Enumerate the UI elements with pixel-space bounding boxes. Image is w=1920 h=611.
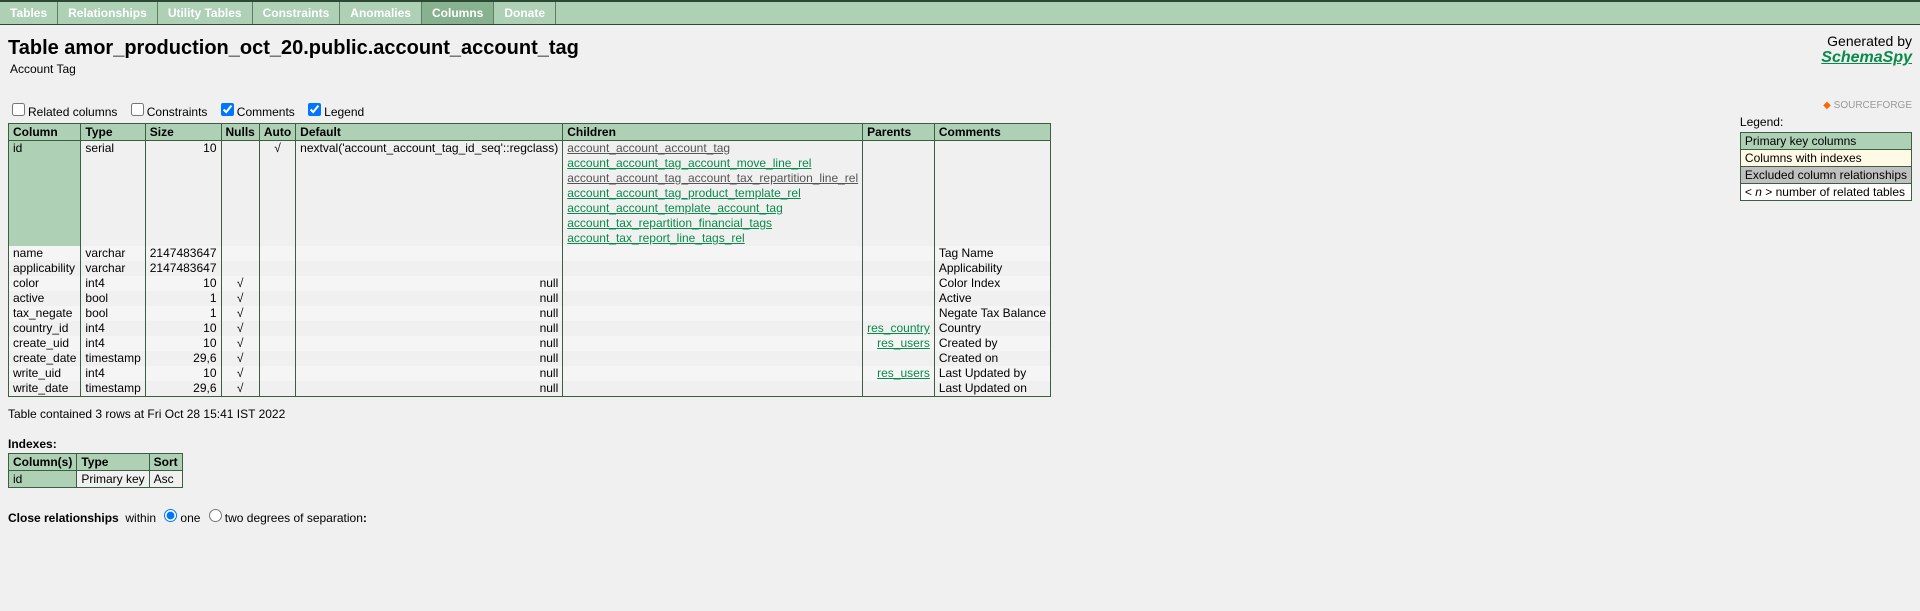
index-header: Sort xyxy=(149,454,182,471)
checkbox-legend[interactable] xyxy=(308,103,321,116)
table-row: applicabilityvarchar2147483647Applicabil… xyxy=(9,261,1051,276)
checkbox-constraints-label: Constraints xyxy=(147,105,208,119)
tab-columns[interactable]: Columns xyxy=(422,2,494,24)
table-row: write_datetimestamp29,6√nullLast Updated… xyxy=(9,381,1051,397)
indexes-title: Indexes: xyxy=(8,437,1912,451)
checkbox-comments-label: Comments xyxy=(237,105,295,119)
column-header: Auto xyxy=(259,124,295,141)
child-link[interactable]: account_account_template_account_tag xyxy=(567,201,858,216)
sourceforge-badge[interactable]: ◆ SOURCEFORGE xyxy=(1740,100,1912,111)
parent-link[interactable]: res_country xyxy=(867,321,930,335)
tab-anomalies[interactable]: Anomalies xyxy=(340,2,422,24)
tab-donate[interactable]: Donate xyxy=(494,2,556,24)
column-header: Size xyxy=(145,124,221,141)
legend-item: Columns with indexes xyxy=(1740,150,1911,167)
child-link[interactable]: account_tax_report_line_tags_rel xyxy=(567,231,858,246)
checkbox-related[interactable] xyxy=(12,103,25,116)
child-link[interactable]: account_account_tag_account_move_line_re… xyxy=(567,156,858,171)
child-link[interactable]: account_account_account_tag xyxy=(567,141,858,156)
table-row: activebool1√nullActive xyxy=(9,291,1051,306)
table-row: country_idint410√nullres_countryCountry xyxy=(9,321,1051,336)
radio-two-degrees[interactable] xyxy=(209,509,222,522)
checkbox-legend-label: Legend xyxy=(324,105,364,119)
table-row: colorint410√nullColor Index xyxy=(9,276,1051,291)
checkbox-constraints[interactable] xyxy=(131,103,144,116)
index-header: Type xyxy=(77,454,149,471)
parent-link[interactable]: res_users xyxy=(877,336,930,350)
tab-relationships[interactable]: Relationships xyxy=(58,2,158,24)
column-header: Comments xyxy=(934,124,1050,141)
tab-tables[interactable]: Tables xyxy=(0,2,58,24)
radio-one-degree[interactable] xyxy=(164,509,177,522)
indexes-table: Column(s)TypeSort idPrimary keyAsc xyxy=(8,453,183,488)
legend-title: Legend: xyxy=(1740,115,1912,129)
table-row: create_datetimestamp29,6√nullCreated on xyxy=(9,351,1051,366)
table-row: idserial10√nextval('account_account_tag_… xyxy=(9,141,1051,247)
columns-table: ColumnTypeSizeNullsAutoDefaultChildrenPa… xyxy=(8,123,1051,397)
page-title: Table amor_production_oct_20.public.acco… xyxy=(8,37,579,60)
checkbox-comments[interactable] xyxy=(221,103,234,116)
tab-constraints[interactable]: Constraints xyxy=(253,2,341,24)
page-subtitle: Account Tag xyxy=(10,62,579,76)
index-row: idPrimary keyAsc xyxy=(9,471,183,488)
close-relationships: Close relationships within one two degre… xyxy=(8,506,1912,525)
child-link[interactable]: account_account_tag_account_tax_repartit… xyxy=(567,171,858,186)
column-header: Column xyxy=(9,124,81,141)
row-count-info: Table contained 3 rows at Fri Oct 28 15:… xyxy=(8,407,1912,421)
child-link[interactable]: account_tax_repartition_financial_tags xyxy=(567,216,858,231)
legend-item: Primary key columns xyxy=(1740,133,1911,150)
table-row: tax_negatebool1√nullNegate Tax Balance xyxy=(9,306,1051,321)
column-header: Children xyxy=(563,124,863,141)
legend-item: Excluded column relationships xyxy=(1740,167,1911,184)
column-header: Nulls xyxy=(221,124,259,141)
tab-utility-tables[interactable]: Utility Tables xyxy=(158,2,253,24)
legend-table: Primary key columnsColumns with indexesE… xyxy=(1740,132,1912,201)
sourceforge-icon: ◆ xyxy=(1823,100,1831,111)
table-row: create_uidint410√nullres_usersCreated by xyxy=(9,336,1051,351)
tab-bar: TablesRelationshipsUtility TablesConstra… xyxy=(0,0,1920,25)
checkbox-related-label: Related columns xyxy=(28,105,117,119)
column-header: Default xyxy=(296,124,563,141)
generated-by: Generated by SchemaSpy xyxy=(1821,33,1912,67)
child-link[interactable]: account_account_tag_product_template_rel xyxy=(567,186,858,201)
column-header: Parents xyxy=(863,124,935,141)
parent-link[interactable]: res_users xyxy=(877,366,930,380)
brand-link[interactable]: SchemaSpy xyxy=(1821,49,1912,66)
legend-item: < n > number of related tables xyxy=(1740,184,1911,201)
table-row: namevarchar2147483647Tag Name xyxy=(9,246,1051,261)
column-header: Type xyxy=(81,124,145,141)
view-options: Related columns Constraints Comments Leg… xyxy=(8,100,1912,119)
table-row: write_uidint410√nullres_usersLast Update… xyxy=(9,366,1051,381)
index-header: Column(s) xyxy=(9,454,77,471)
